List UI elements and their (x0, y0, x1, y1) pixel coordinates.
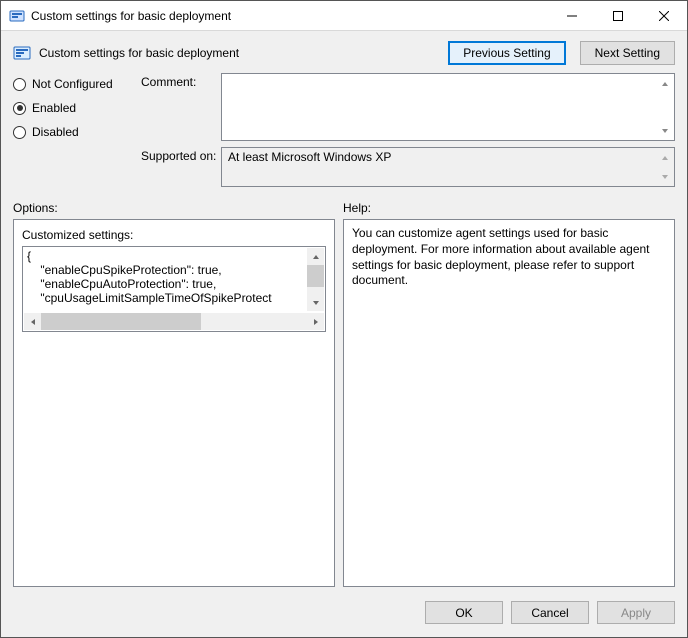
radio-icon (13, 126, 26, 139)
comment-value (222, 74, 674, 78)
scroll-up-icon (656, 149, 673, 166)
cancel-button[interactable]: Cancel (511, 601, 589, 624)
ok-button[interactable]: OK (425, 601, 503, 624)
radio-disabled[interactable]: Disabled (13, 125, 131, 139)
scroll-up-icon (656, 75, 673, 92)
header-row: Custom settings for basic deployment Pre… (1, 31, 687, 65)
window-controls (549, 1, 687, 30)
radio-enabled[interactable]: Enabled (13, 101, 131, 115)
policy-title: Custom settings for basic deployment (39, 46, 440, 60)
radio-label: Not Configured (32, 77, 113, 91)
radio-icon (13, 102, 26, 115)
previous-setting-button[interactable]: Previous Setting (448, 41, 565, 65)
scroll-down-icon (656, 122, 673, 139)
minimize-button[interactable] (549, 1, 595, 30)
customized-settings-value: { "enableCpuSpikeProtection": true, "ena… (27, 249, 305, 311)
vertical-scrollbar[interactable] (307, 248, 324, 311)
radio-not-configured[interactable]: Not Configured (13, 77, 131, 91)
dialog-footer: OK Cancel Apply (1, 593, 687, 637)
help-pane: You can customize agent settings used fo… (343, 219, 675, 587)
next-setting-button[interactable]: Next Setting (580, 41, 675, 65)
scroll-right-icon (307, 313, 324, 330)
radio-label: Enabled (32, 101, 76, 115)
scrollbar-thumb[interactable] (307, 265, 324, 287)
scroll-up-icon (307, 248, 324, 265)
supported-scrollbar (656, 149, 673, 185)
supported-on-value: At least Microsoft Windows XP (222, 148, 674, 166)
customized-settings-label: Customized settings: (22, 228, 326, 242)
scroll-left-icon (24, 313, 41, 330)
apply-button[interactable]: Apply (597, 601, 675, 624)
horizontal-scrollbar[interactable] (24, 313, 324, 330)
maximize-button[interactable] (595, 1, 641, 30)
scrollbar-thumb[interactable] (41, 313, 201, 330)
window-title: Custom settings for basic deployment (31, 9, 549, 23)
supported-on-field: At least Microsoft Windows XP (221, 147, 675, 187)
state-radio-group: Not Configured Enabled Disabled (13, 73, 131, 187)
comment-label: Comment: (141, 73, 221, 89)
help-section-label: Help: (343, 201, 371, 215)
scroll-down-icon (656, 168, 673, 185)
comment-textarea[interactable] (221, 73, 675, 141)
radio-label: Disabled (32, 125, 79, 139)
options-pane: Customized settings: { "enableCpuSpikePr… (13, 219, 335, 587)
supported-on-label: Supported on: (141, 147, 221, 163)
options-section-label: Options: (13, 201, 343, 215)
comment-scrollbar[interactable] (656, 75, 673, 139)
app-icon (9, 8, 25, 24)
scroll-down-icon (307, 294, 324, 311)
help-text: You can customize agent settings used fo… (352, 226, 666, 289)
title-bar: Custom settings for basic deployment (1, 1, 687, 31)
policy-icon (13, 44, 31, 62)
close-button[interactable] (641, 1, 687, 30)
radio-icon (13, 78, 26, 91)
customized-settings-textbox[interactable]: { "enableCpuSpikeProtection": true, "ena… (22, 246, 326, 332)
